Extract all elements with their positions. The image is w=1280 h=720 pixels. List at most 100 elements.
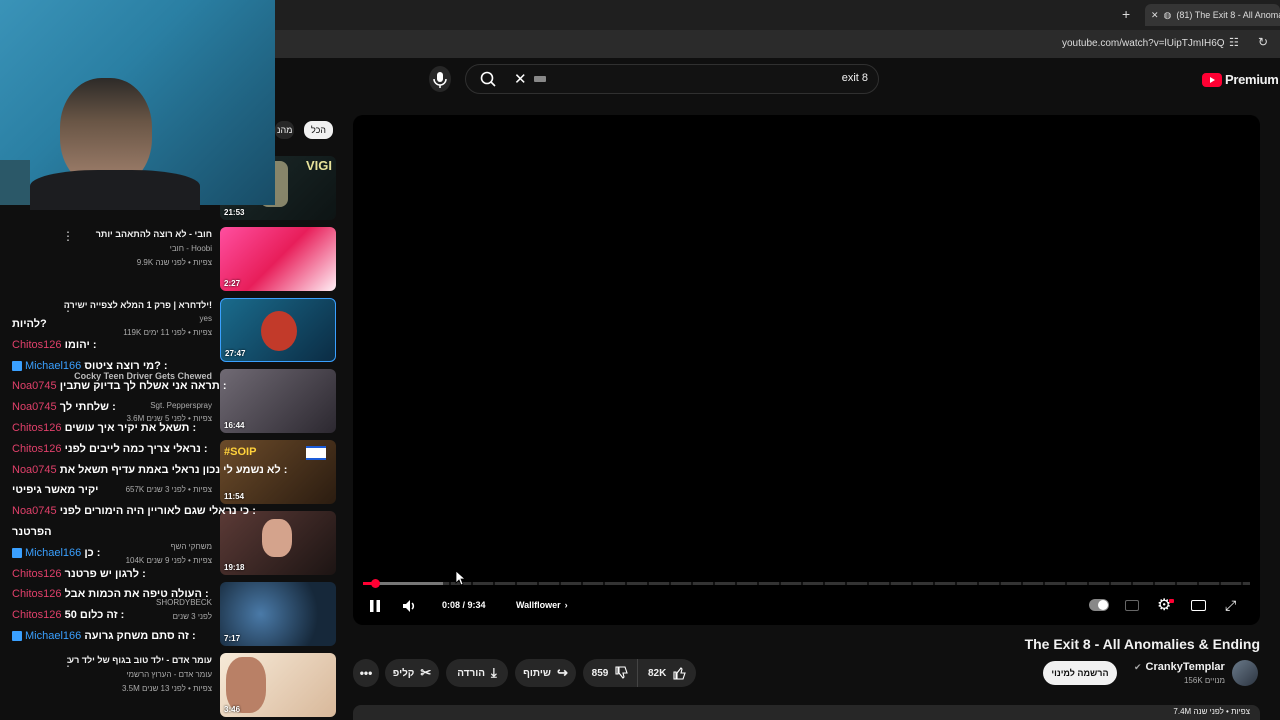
tab-title: (81) The Exit 8 - All Anomalies [1176, 10, 1280, 20]
voice-search-button[interactable] [429, 66, 451, 92]
microphone-icon [433, 72, 447, 88]
volume-icon [403, 600, 415, 612]
download-button[interactable]: הורדה ⤓ [446, 659, 508, 687]
chat-username: Michael166 [25, 359, 82, 372]
theater-mode-icon[interactable] [1191, 600, 1206, 611]
search-icon [480, 71, 496, 87]
download-icon: ⤓ [491, 665, 497, 680]
chat-text: זה סתם משחק גרועה : [84, 630, 196, 642]
clip-label: קליפ [392, 667, 415, 679]
keyboard-icon[interactable] [534, 76, 546, 82]
video-title: The Exit 8 - All Anomalies & Ending [1024, 636, 1260, 652]
chapter-title: Wallflower [516, 600, 561, 610]
volume-button[interactable] [402, 599, 418, 616]
video-duration: 7:17 [224, 634, 241, 643]
dislike-button[interactable]: 859 [583, 659, 638, 687]
video-title[interactable]: ילדחרא | פרק 1 המלא לצפייה ישירה! [12, 300, 212, 310]
close-tab-icon[interactable]: ✕ [1151, 10, 1159, 21]
chip-more[interactable]: מהנ [275, 121, 295, 139]
youtube-logo[interactable]: Premium [1202, 72, 1279, 87]
like-button[interactable]: 82K [638, 659, 696, 687]
share-button[interactable]: שיתוף ↪ [515, 659, 576, 687]
description-box[interactable]: 7.4M צפיות • לפני שנה [353, 705, 1260, 720]
chat-username: Chitos126 [12, 422, 62, 434]
video-meta: 9.9K צפיות • לפני שנה [136, 258, 212, 267]
scrubber-handle[interactable] [371, 579, 381, 588]
chat-username: Noa0745 [12, 463, 57, 476]
clip-button[interactable]: קליפ ✂ [385, 659, 439, 687]
chat-message: להיות? [12, 318, 47, 330]
browser-tab[interactable]: ✕ ◍ (81) The Exit 8 - All Anomalies [1145, 4, 1280, 26]
search-input[interactable]: exit 8 [842, 72, 868, 84]
thumbnail-figure [262, 519, 292, 557]
reload-icon[interactable]: ↻ [1258, 35, 1268, 49]
video-duration: 11:54 [224, 492, 245, 501]
video-meta: 3.5M צפיות • לפני 13 שנים [122, 684, 212, 693]
mouse-cursor-icon [455, 570, 467, 586]
video-channel[interactable]: חובי - Hoobi [12, 244, 212, 253]
video-thumbnail[interactable]: 19:18 [220, 511, 336, 575]
dislike-count: 859 [591, 667, 609, 679]
share-icon: ↪ [556, 665, 568, 680]
chat-text: יהומו : [64, 338, 97, 351]
chat-text: כן : [84, 546, 101, 559]
premium-label: Premium [1225, 72, 1279, 87]
channel-avatar[interactable] [1232, 660, 1258, 686]
chat-text: להיות? [12, 318, 47, 330]
video-menu-icon[interactable]: ⋮ [62, 229, 74, 243]
chat-message: Noa0745 לא נשמע לי נכון נראלי באמת עדיף … [12, 464, 287, 476]
chat-username: Chitos126 [12, 567, 62, 580]
search-button[interactable] [474, 68, 502, 90]
autoplay-knob [1098, 600, 1108, 610]
clear-search-icon[interactable]: ✕ [514, 70, 527, 88]
video-thumbnail[interactable]: 16:44 [220, 369, 336, 433]
verified-icon: ✔ [1134, 661, 1142, 672]
chat-username: Noa0745 [12, 380, 57, 393]
video-player[interactable]: 0:08 / 9:34 Wallflower › ⚙ ⤢ [353, 115, 1260, 625]
chat-message: יקיר מאשר גיפיטי [12, 484, 99, 496]
chevron-right-icon: › [564, 600, 568, 610]
chat-text: תראה אני אשלח לך בדיוק שתבין : [59, 380, 227, 393]
video-menu-icon[interactable]: ⋮ [62, 300, 74, 314]
search-box[interactable]: ✕ exit 8 [465, 64, 879, 94]
settings-icon[interactable]: ⚙ [1157, 595, 1171, 615]
autoplay-toggle[interactable] [1089, 599, 1109, 611]
chat-text: תשאל את יקיר איך עושים : [64, 422, 197, 434]
url-text: youtube.com/watch?v=lUipTJmIH6Q [1062, 38, 1225, 49]
chat-message: Michael166 כן : [12, 547, 100, 559]
progress-bar[interactable] [363, 579, 1250, 588]
video-menu-icon[interactable]: ⋮ [62, 655, 74, 669]
fullscreen-icon[interactable]: ⤢ [1225, 597, 1236, 614]
video-thumbnail[interactable]: 7:17 [220, 582, 336, 646]
chat-username: Chitos126 [12, 338, 62, 351]
pause-button[interactable] [368, 599, 382, 616]
chat-text: לא נשמע לי נכון נראלי באמת עדיף תשאל את … [59, 463, 288, 476]
subscribe-button[interactable]: הרשמה למינוי [1043, 661, 1117, 685]
new-tab-icon[interactable]: + [1122, 6, 1130, 22]
extensions-icon[interactable]: ☷ [1229, 36, 1239, 49]
time-display: 0:08 / 9:34 [442, 600, 486, 610]
chip-all[interactable]: הכל [304, 121, 334, 139]
video-thumbnail[interactable]: 27:47 [220, 298, 336, 362]
chat-username: Michael166 [25, 630, 82, 642]
video-thumbnail[interactable]: 3:46 [220, 653, 336, 717]
video-duration: 3:46 [224, 705, 241, 714]
chat-message: Noa0745 תראה אני אשלח לך בדיוק שתבין : [12, 380, 227, 392]
subtitles-icon[interactable] [1125, 600, 1139, 611]
video-duration: 2:27 [224, 279, 241, 288]
chat-message: Chitos126 תשאל את יקיר איך עושים : [12, 422, 196, 434]
video-channel[interactable]: עומר אדם - הערוץ הרשמי [12, 670, 212, 679]
chat-message: Chitos126 זה כלום 50 : [12, 609, 124, 621]
channel-name-row[interactable]: ✔ CrankyTemplar [1134, 661, 1225, 673]
chat-message: הפרטנר [12, 526, 52, 538]
chapter-button[interactable]: Wallflower › [516, 600, 568, 610]
youtube-play-icon [1202, 72, 1222, 87]
video-thumbnail[interactable]: 2:27 [220, 227, 336, 291]
video-title[interactable]: חובי - לא רוצה להתאהב יותר [12, 229, 212, 239]
thumbnail-text: VIGI [305, 158, 332, 173]
chat-username: Chitos126 [12, 609, 62, 622]
video-title[interactable]: עומר אדם - ילד טוב בגוף של ילד רע [12, 655, 212, 665]
chat-message: Chitos126 נראלי צריך כמה לייבים לפני : [12, 443, 208, 455]
channel-name[interactable]: CrankyTemplar [1146, 661, 1225, 673]
more-actions-button[interactable]: ••• [353, 659, 379, 687]
